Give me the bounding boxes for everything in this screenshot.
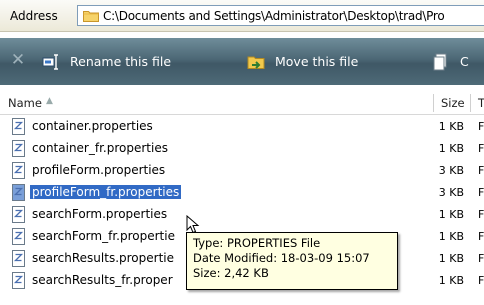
file-size: 1 KB xyxy=(438,230,464,243)
copy-file-label: C xyxy=(460,54,469,69)
file-type: F xyxy=(478,186,484,199)
properties-file-icon xyxy=(12,250,25,267)
address-bar: Address C:\Documents and Settings\Admini… xyxy=(0,0,484,32)
file-name[interactable]: searchResults.propertie xyxy=(30,251,176,265)
file-size: 1 KB xyxy=(438,208,464,221)
properties-file-icon xyxy=(12,162,25,179)
tooltip-date-modified: Date Modified: 18-03-09 15:07 xyxy=(193,251,370,265)
move-icon xyxy=(247,56,265,69)
column-type[interactable]: T xyxy=(478,96,484,110)
file-type: F xyxy=(478,164,484,177)
move-file-label: Move this file xyxy=(275,54,359,69)
file-type: F xyxy=(478,120,484,133)
file-row[interactable]: container_fr.properties 1 KB F xyxy=(0,138,484,160)
column-header: Name ▲ Size T xyxy=(0,92,484,115)
close-icon[interactable]: ✕ xyxy=(10,51,26,69)
file-info-tooltip: Type: PROPERTIES File Date Modified: 18-… xyxy=(186,232,398,290)
file-size: 1 KB xyxy=(438,274,464,287)
file-row[interactable]: container.properties 1 KB F xyxy=(0,116,484,138)
address-path: C:\Documents and Settings\Administrator\… xyxy=(103,9,445,23)
file-type: F xyxy=(478,274,484,287)
file-name[interactable]: container.properties xyxy=(30,119,155,133)
address-field[interactable]: C:\Documents and Settings\Administrator\… xyxy=(77,5,484,26)
file-row[interactable]: profileForm.properties 3 KB F xyxy=(0,160,484,182)
tooltip-type: Type: PROPERTIES File xyxy=(193,236,321,250)
file-row[interactable]: searchForm.properties 1 KB F xyxy=(0,204,484,226)
column-size[interactable]: Size xyxy=(441,96,465,110)
rename-file-button[interactable]: Rename this file xyxy=(42,38,171,85)
file-size: 1 KB xyxy=(438,142,464,155)
file-type: F xyxy=(478,142,484,155)
properties-file-icon xyxy=(12,184,25,201)
file-name[interactable]: profileForm.properties xyxy=(30,163,167,177)
rename-icon xyxy=(42,53,58,70)
file-name[interactable]: profileForm_fr.properties xyxy=(30,185,182,199)
file-name[interactable]: searchResults_fr.proper xyxy=(30,273,175,287)
file-size: 3 KB xyxy=(438,164,464,177)
copy-file-button[interactable]: C xyxy=(432,38,469,85)
sort-ascending-icon: ▲ xyxy=(46,96,53,106)
folder-icon xyxy=(83,11,99,22)
file-type: F xyxy=(478,252,484,265)
file-name[interactable]: searchForm.properties xyxy=(30,207,169,221)
file-size: 1 KB xyxy=(438,120,464,133)
tooltip-size: Size: 2,42 KB xyxy=(193,266,269,280)
move-file-button[interactable]: Move this file xyxy=(247,38,358,85)
properties-file-icon xyxy=(12,118,25,135)
file-row[interactable]: profileForm_fr.properties 3 KB F xyxy=(0,182,484,204)
file-type: F xyxy=(478,208,484,221)
column-divider[interactable] xyxy=(470,94,471,112)
file-name[interactable]: searchForm_fr.propertie xyxy=(30,229,177,243)
properties-file-icon xyxy=(12,228,25,245)
properties-file-icon xyxy=(12,140,25,157)
column-name[interactable]: Name xyxy=(8,96,42,110)
file-type: F xyxy=(478,230,484,243)
address-label: Address xyxy=(10,9,58,23)
column-divider[interactable] xyxy=(433,94,434,112)
file-name[interactable]: container_fr.properties xyxy=(30,141,170,155)
file-size: 1 KB xyxy=(438,252,464,265)
command-toolbar: ✕ Rename this file Move this file C xyxy=(0,38,484,85)
rename-file-label: Rename this file xyxy=(70,54,172,69)
file-size: 3 KB xyxy=(438,186,464,199)
copy-icon xyxy=(433,53,447,70)
properties-file-icon xyxy=(12,206,25,223)
properties-file-icon xyxy=(12,272,25,289)
